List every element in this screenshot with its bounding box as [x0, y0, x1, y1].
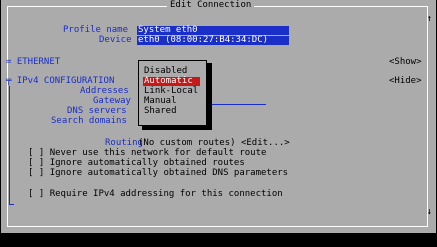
ipv4-section-label: ╤ IPv4 CONFIGURATION [6, 76, 115, 86]
gateway-input[interactable] [211, 104, 266, 105]
checkbox-label: Require IPv4 addressing for this connect… [49, 189, 283, 199]
checkbox-box[interactable]: [ ] [28, 189, 44, 199]
checkbox-never-default-route[interactable]: [ ] Never use this network for default r… [28, 149, 266, 158]
ethernet-section-label: = ETHERNET [6, 57, 61, 67]
menu-item-automatic[interactable]: Automatic [143, 77, 200, 86]
menu-item-manual[interactable]: Manual [144, 97, 177, 106]
menu-item-disabled[interactable]: Disabled [144, 67, 187, 76]
gateway-label: Gateway [93, 96, 131, 106]
profile-name-field[interactable]: System eth0 [137, 26, 289, 35]
checkbox-box[interactable]: [ ] [28, 148, 44, 158]
terminal-bottom-bar [0, 233, 437, 247]
popup-shadow [142, 126, 212, 130]
dialog-title: Edit Connection [167, 1, 255, 10]
ipv4-method-menu: Disabled Automatic Link-Local Manual Sha… [138, 60, 207, 126]
menu-item-shared[interactable]: Shared [144, 107, 177, 116]
checkbox-ignore-dns[interactable]: [ ] Ignore automatically obtained DNS pa… [28, 169, 288, 178]
ipv4-section-bracket [9, 86, 10, 204]
device-field[interactable]: eth0 (08:00:27:B4:34:DC) [137, 36, 289, 45]
routing-edit-button[interactable]: (No custom routes) <Edit...> [138, 139, 290, 148]
popup-shadow [207, 63, 212, 130]
menu-item-link-local[interactable]: Link-Local [144, 87, 198, 96]
dns-servers-label: DNS servers [67, 106, 127, 116]
checkbox-require-ipv4[interactable]: [ ] Require IPv4 addressing for this con… [28, 190, 283, 199]
scroll-down-icon[interactable]: ↓ [427, 208, 432, 217]
addresses-label: Addresses [80, 86, 129, 96]
search-domains-label: Search domains [51, 116, 127, 126]
ipv4-hide-button[interactable]: <Hide> [389, 77, 422, 86]
checkbox-label: Never use this network for default route [49, 148, 267, 158]
ethernet-show-button[interactable]: <Show> [389, 58, 422, 67]
checkbox-box[interactable]: [ ] [28, 158, 44, 168]
profile-name-label: Profile name [63, 25, 129, 35]
device-label: Device [99, 35, 132, 45]
edit-connection-window: Edit Connection ↑ ↓ Profile name System … [1, 0, 436, 233]
checkbox-box[interactable]: [ ] [28, 168, 44, 178]
checkbox-ignore-routes[interactable]: [ ] Ignore automatically obtained routes [28, 159, 245, 168]
ipv4-bracket-end [9, 204, 14, 205]
checkbox-label: Ignore automatically obtained routes [49, 158, 245, 168]
checkbox-label: Ignore automatically obtained DNS parame… [49, 168, 289, 178]
scroll-up-icon[interactable]: ↑ [427, 15, 432, 24]
